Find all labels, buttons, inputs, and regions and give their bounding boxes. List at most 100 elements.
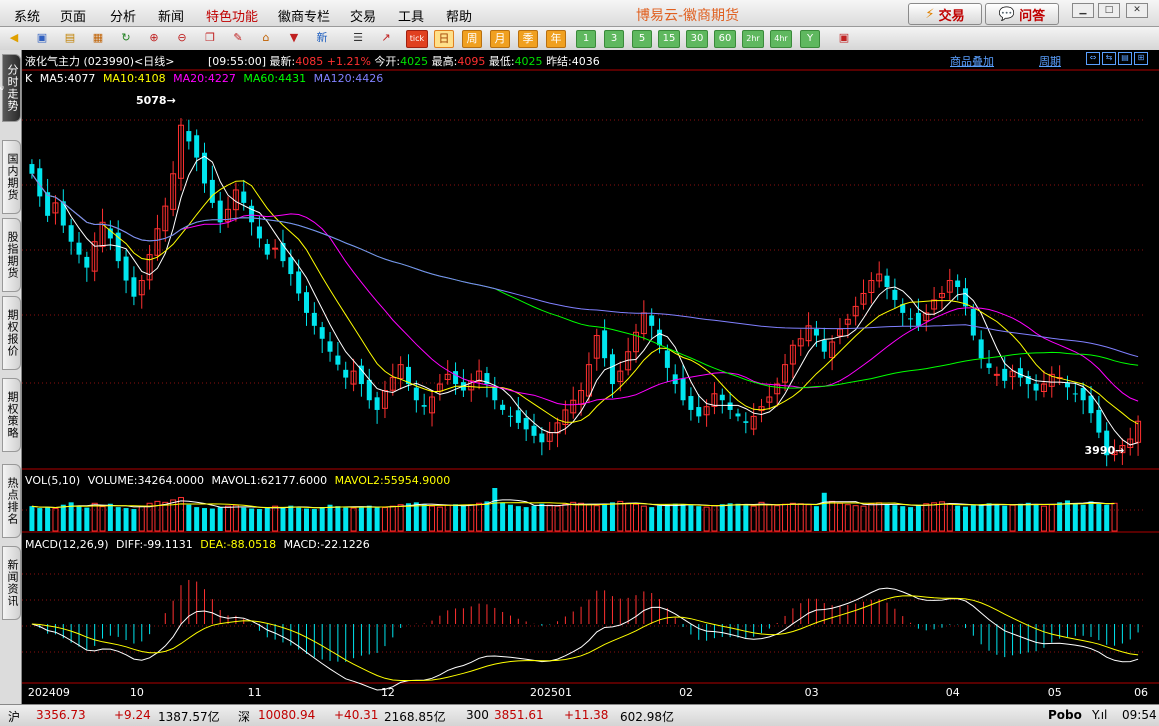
- menu-analysis[interactable]: 分析: [110, 6, 136, 25]
- candle-body: [609, 354, 615, 385]
- tab-option-quotes[interactable]: 期权报价: [2, 296, 21, 370]
- year-button[interactable]: 年: [546, 30, 566, 48]
- day-button[interactable]: 日: [434, 30, 454, 48]
- latest-label: 最新:: [269, 55, 296, 68]
- period-1-button[interactable]: 1: [576, 30, 596, 48]
- period-3-button[interactable]: 3: [604, 30, 624, 48]
- tab-index-futures[interactable]: 股指期货: [2, 218, 21, 292]
- market-icon[interactable]: ▤: [62, 30, 78, 46]
- volume-bar: [37, 508, 43, 531]
- volume-bar: [397, 504, 404, 532]
- volume-bar: [311, 509, 317, 531]
- tab-option-strategy-label: 期权策略: [6, 391, 19, 439]
- volume-bar: [460, 505, 466, 531]
- expand-icon[interactable]: ⇆: [1102, 52, 1116, 65]
- window-icon[interactable]: ❐: [202, 30, 218, 46]
- refresh-icon[interactable]: ↻: [118, 30, 134, 46]
- maximize-icon[interactable]: □: [1098, 3, 1120, 18]
- low-marker: 3990→: [1085, 444, 1125, 457]
- cycle-link[interactable]: 周期: [1039, 53, 1061, 69]
- tab-domestic-futures[interactable]: 国内期货: [2, 140, 21, 214]
- volume-bar: [507, 504, 513, 531]
- zoom-out-icon[interactable]: ⊖: [174, 30, 190, 46]
- candle-body: [946, 280, 953, 293]
- period-2hr-button[interactable]: 2hr: [742, 30, 764, 48]
- menu-column[interactable]: 徽商专栏: [278, 6, 330, 25]
- grid-icon[interactable]: ⊞: [1134, 52, 1148, 65]
- menu-special[interactable]: 特色功能: [206, 6, 258, 25]
- candle-body: [680, 378, 686, 401]
- volume-bar: [900, 506, 906, 531]
- candle-body: [1127, 438, 1134, 448]
- volume-bar: [1033, 504, 1039, 531]
- back-icon[interactable]: ◀: [6, 30, 22, 46]
- candle-body: [1064, 382, 1070, 388]
- candle-body: [476, 370, 483, 382]
- period-30-button[interactable]: 30: [686, 30, 708, 48]
- month-button[interactable]: 月: [490, 30, 510, 48]
- volume-bar: [272, 505, 279, 532]
- ma60-line: [31, 173, 1139, 389]
- volume-bar: [602, 503, 608, 531]
- list-icon[interactable]: ☰: [350, 30, 366, 46]
- volume-bar: [782, 503, 789, 532]
- ma120-line: [31, 173, 1139, 358]
- tab-timeshare[interactable]: 分时走势 3: [0, 54, 21, 122]
- open-value: 4025: [400, 55, 429, 68]
- trade-button[interactable]: ⚡ 交易: [908, 3, 982, 25]
- panel-icon[interactable]: ▤: [1118, 52, 1132, 65]
- close-icon[interactable]: ✕: [1126, 3, 1148, 18]
- week-button[interactable]: 周: [462, 30, 482, 48]
- volume-bar: [955, 505, 961, 531]
- menu-system[interactable]: 系统: [14, 6, 40, 25]
- volume-bar: [970, 505, 976, 531]
- qa-button[interactable]: 💬 问答: [985, 3, 1059, 25]
- period-60-button[interactable]: 60: [714, 30, 736, 48]
- menu-help[interactable]: 帮助: [446, 6, 472, 25]
- trend-icon[interactable]: ↗: [378, 30, 394, 46]
- filter-icon[interactable]: ▼: [286, 30, 302, 46]
- chart-area[interactable]: 液化气主力 (023990)<日线> [09:55:00] 最新:4085 +1…: [22, 50, 1159, 704]
- overlay-link[interactable]: 商品叠加: [950, 53, 994, 69]
- menu-page[interactable]: 页面: [60, 6, 86, 25]
- tick-button[interactable]: tick: [406, 30, 428, 48]
- volume-bar: [844, 504, 851, 532]
- chart-icon[interactable]: ▦: [90, 30, 106, 46]
- volume-bar: [657, 505, 663, 531]
- menu-tools[interactable]: 工具: [398, 6, 424, 25]
- candle-body: [1080, 387, 1086, 401]
- tab-news[interactable]: 新闻资讯: [2, 546, 21, 620]
- volume-bar: [68, 502, 74, 531]
- pencil-icon[interactable]: ✎: [230, 30, 246, 46]
- volume-bar: [186, 504, 192, 531]
- mavol1-line: [31, 499, 1115, 509]
- tab-option-strategy[interactable]: 期权策略: [2, 378, 21, 452]
- home-icon[interactable]: ▣: [34, 30, 50, 46]
- volume-bar: [29, 506, 35, 531]
- volume-bar: [774, 505, 781, 532]
- draw-icon[interactable]: ⌂: [258, 30, 274, 46]
- minimize-icon[interactable]: ▁: [1072, 3, 1094, 18]
- new-icon[interactable]: 新: [314, 30, 330, 46]
- layout-icon[interactable]: ▣: [836, 30, 852, 46]
- period-5-button[interactable]: 5: [632, 30, 652, 48]
- period-y-button[interactable]: Y: [800, 30, 820, 48]
- candle-body: [570, 399, 577, 414]
- quote-line: 液化气主力 (023990)<日线> [09:55:00] 最新:4085 +1…: [25, 53, 600, 69]
- volume-bar: [241, 507, 247, 531]
- period-15-button[interactable]: 15: [658, 30, 680, 48]
- tab-hot-ranking[interactable]: 热点排名: [2, 464, 21, 538]
- season-button[interactable]: 季: [518, 30, 538, 48]
- volume-bar: [115, 507, 121, 531]
- candle-body: [766, 396, 773, 403]
- menu-news[interactable]: 新闻: [158, 6, 184, 25]
- mavol1-value: MAVOL1:62177.6000: [211, 474, 328, 487]
- zoom-in-icon[interactable]: ⊕: [146, 30, 162, 46]
- k-label: K: [25, 72, 33, 85]
- tab-timeshare-label: 分时走势: [6, 64, 19, 112]
- volume-bar: [892, 505, 898, 531]
- shrink-icon[interactable]: ⇔: [1086, 52, 1100, 65]
- period-4hr-button[interactable]: 4hr: [770, 30, 792, 48]
- volume-bar: [908, 507, 914, 531]
- menu-trade[interactable]: 交易: [350, 6, 376, 25]
